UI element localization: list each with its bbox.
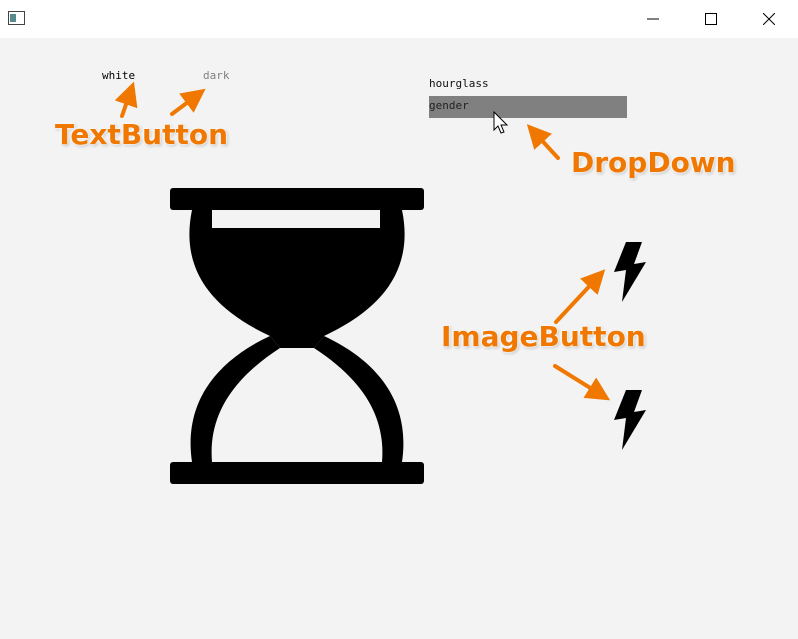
dropdown-item-gender[interactable]: gender	[429, 96, 627, 118]
maximize-icon	[705, 13, 717, 25]
maximize-button[interactable]	[682, 0, 740, 38]
close-button[interactable]	[740, 0, 798, 38]
close-icon	[763, 13, 775, 25]
dropdown-annotation: DropDown	[571, 146, 736, 179]
image-button-bottom[interactable]	[612, 390, 648, 450]
hourglass-icon	[170, 188, 424, 484]
client-area: white dark hourglass gender TextButton D…	[0, 38, 798, 639]
lightning-icon	[614, 242, 646, 302]
textbutton-annotation: TextButton	[55, 118, 229, 151]
title-bar	[0, 0, 798, 38]
minimize-button[interactable]	[624, 0, 682, 38]
image-button-top[interactable]	[612, 242, 648, 302]
app-icon	[8, 11, 25, 25]
mouse-cursor-icon	[493, 111, 509, 134]
dropdown[interactable]: hourglass gender	[429, 74, 627, 118]
white-text-button[interactable]: white	[102, 69, 135, 82]
lightning-icon	[614, 390, 646, 450]
dark-text-button[interactable]: dark	[203, 69, 230, 82]
imagebutton-annotation: ImageButton	[441, 320, 646, 353]
dropdown-item-hourglass[interactable]: hourglass	[429, 74, 627, 96]
minimize-icon	[647, 18, 659, 20]
